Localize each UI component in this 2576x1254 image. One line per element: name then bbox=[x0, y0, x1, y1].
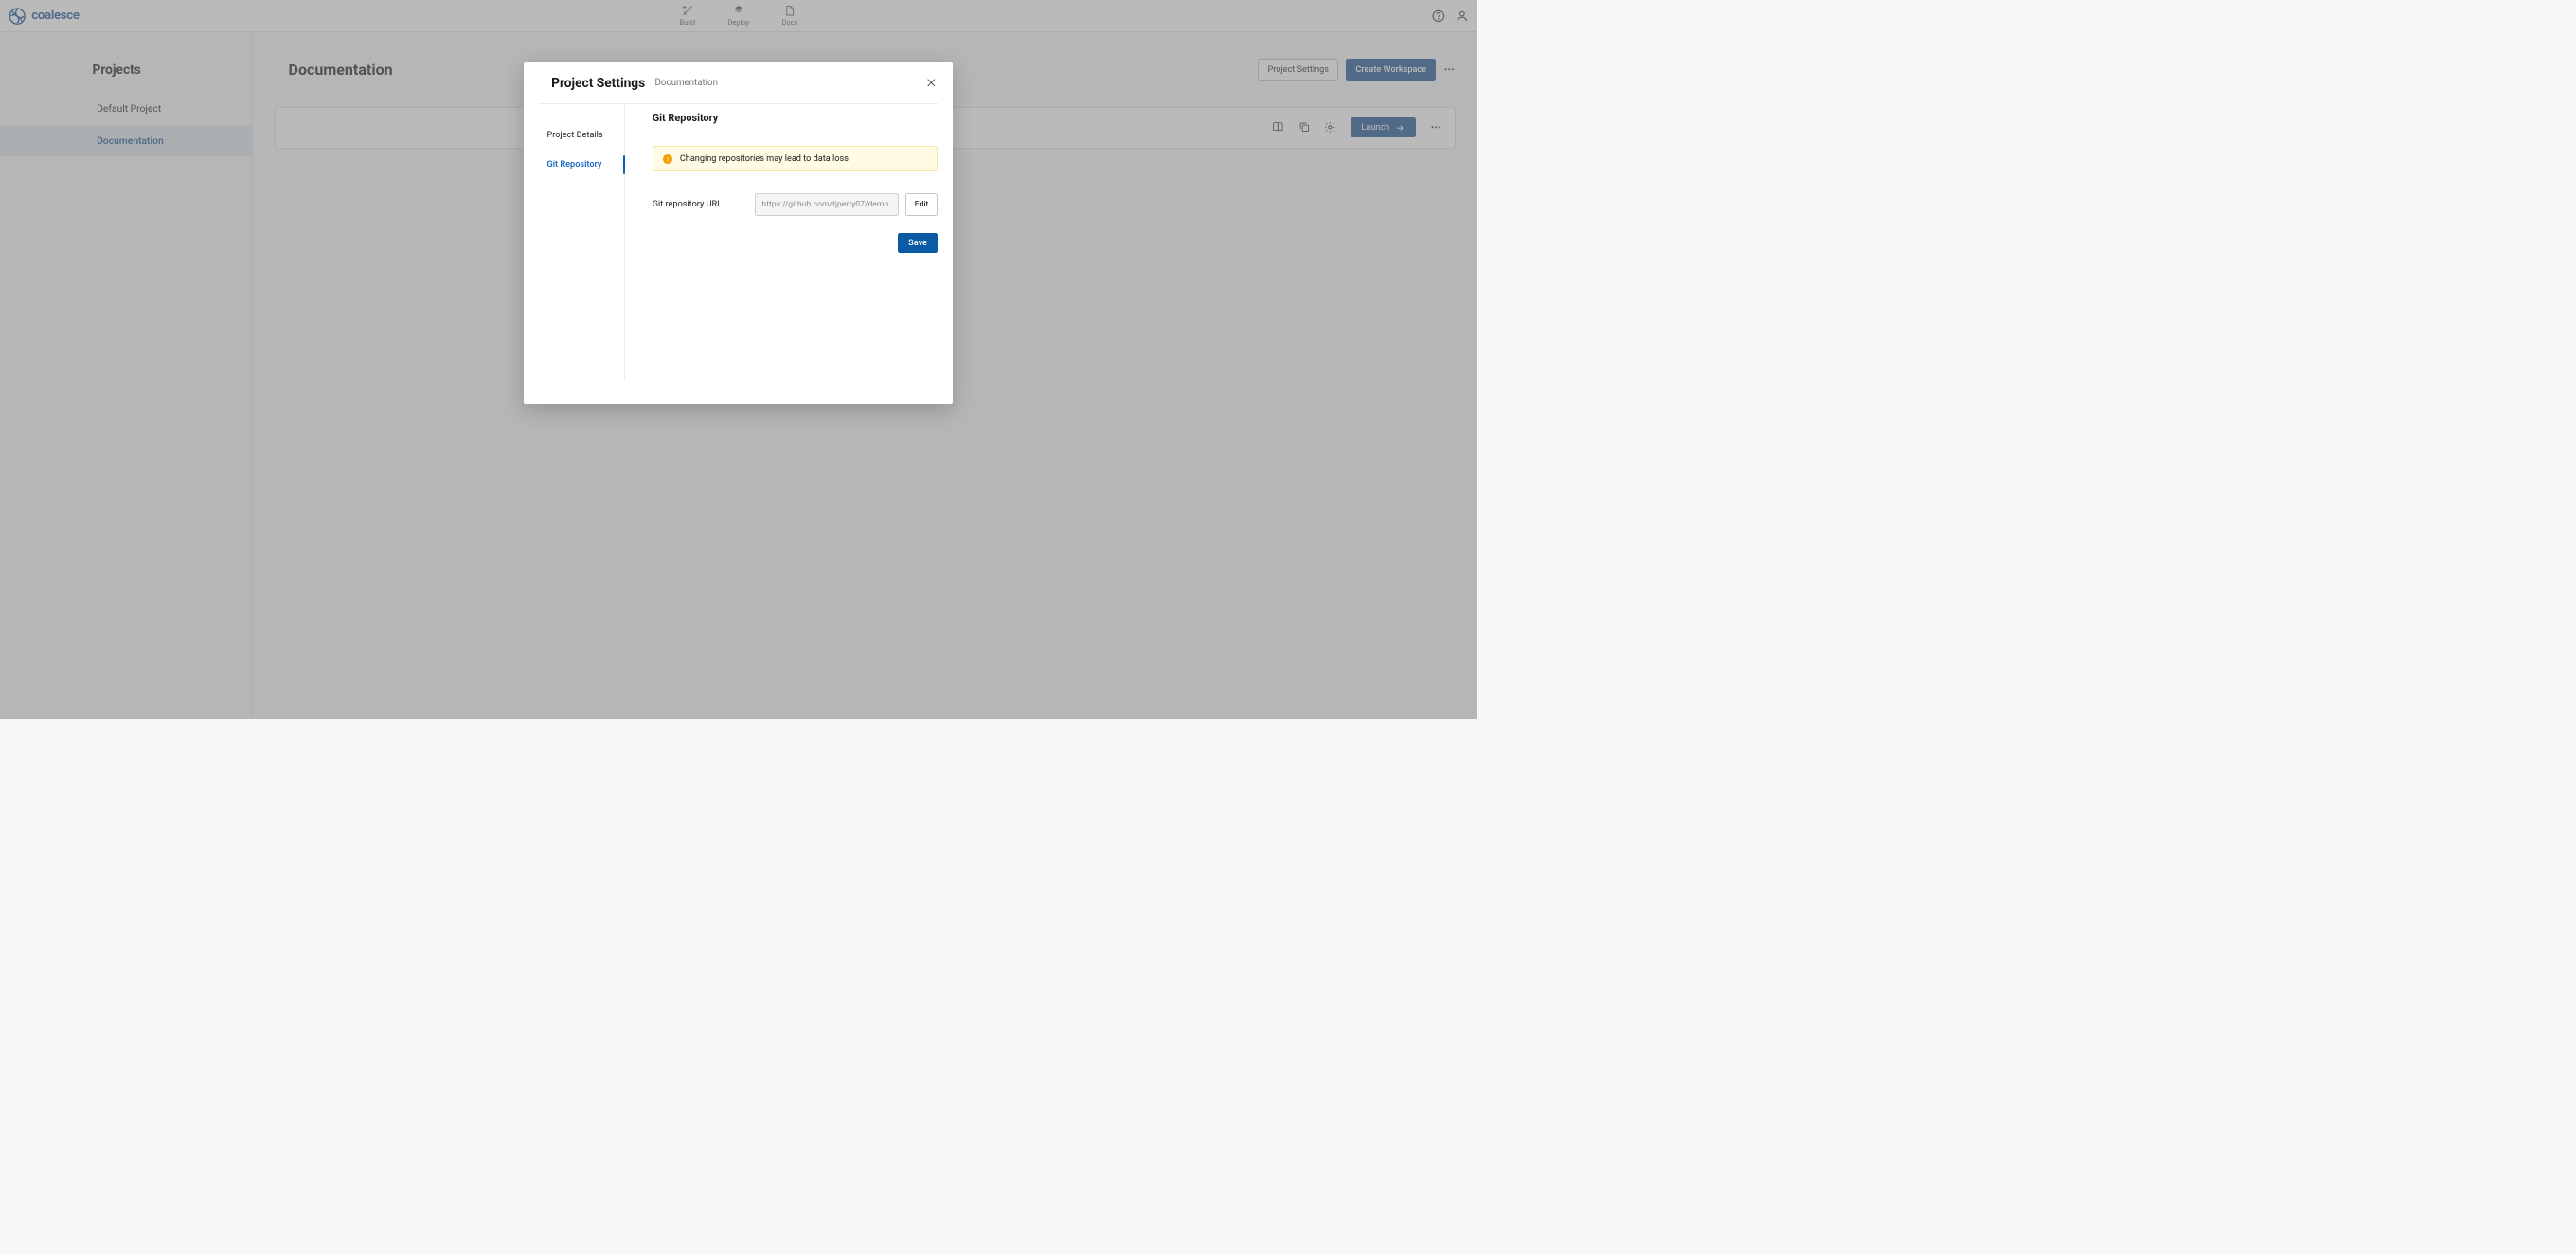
modal-sidebar: Project Details Git Repository bbox=[539, 104, 625, 381]
warning-text: Changing repositories may lead to data l… bbox=[680, 153, 849, 164]
section-title: Git Repository bbox=[653, 112, 939, 124]
modal-header: Project Settings Documentation bbox=[539, 62, 938, 105]
form-row-url: Git repository URL Edit bbox=[653, 193, 939, 215]
modal-title-group: Project Settings Documentation bbox=[551, 76, 718, 91]
project-settings-modal: Project Settings Documentation Project D… bbox=[524, 62, 953, 404]
tab-label: Project Details bbox=[546, 130, 602, 140]
modal-content: Git Repository Changing repositories may… bbox=[625, 104, 938, 404]
tab-project-details[interactable]: Project Details bbox=[539, 120, 624, 151]
modal-body: Project Details Git Repository Git Repos… bbox=[524, 104, 953, 404]
modal-overlay[interactable]: Project Settings Documentation Project D… bbox=[0, 0, 1477, 719]
url-label: Git repository URL bbox=[653, 199, 748, 209]
save-row: Save bbox=[653, 233, 939, 253]
close-icon[interactable] bbox=[925, 77, 938, 89]
tab-label: Git Repository bbox=[546, 159, 601, 170]
edit-button[interactable]: Edit bbox=[905, 193, 939, 215]
git-url-input bbox=[755, 193, 899, 215]
warning-icon bbox=[663, 154, 672, 164]
warning-banner: Changing repositories may lead to data l… bbox=[653, 146, 939, 171]
modal-subtitle: Documentation bbox=[655, 78, 718, 88]
modal-title: Project Settings bbox=[551, 76, 645, 91]
tab-git-repository[interactable]: Git Repository bbox=[539, 150, 624, 180]
save-button[interactable]: Save bbox=[898, 233, 939, 253]
